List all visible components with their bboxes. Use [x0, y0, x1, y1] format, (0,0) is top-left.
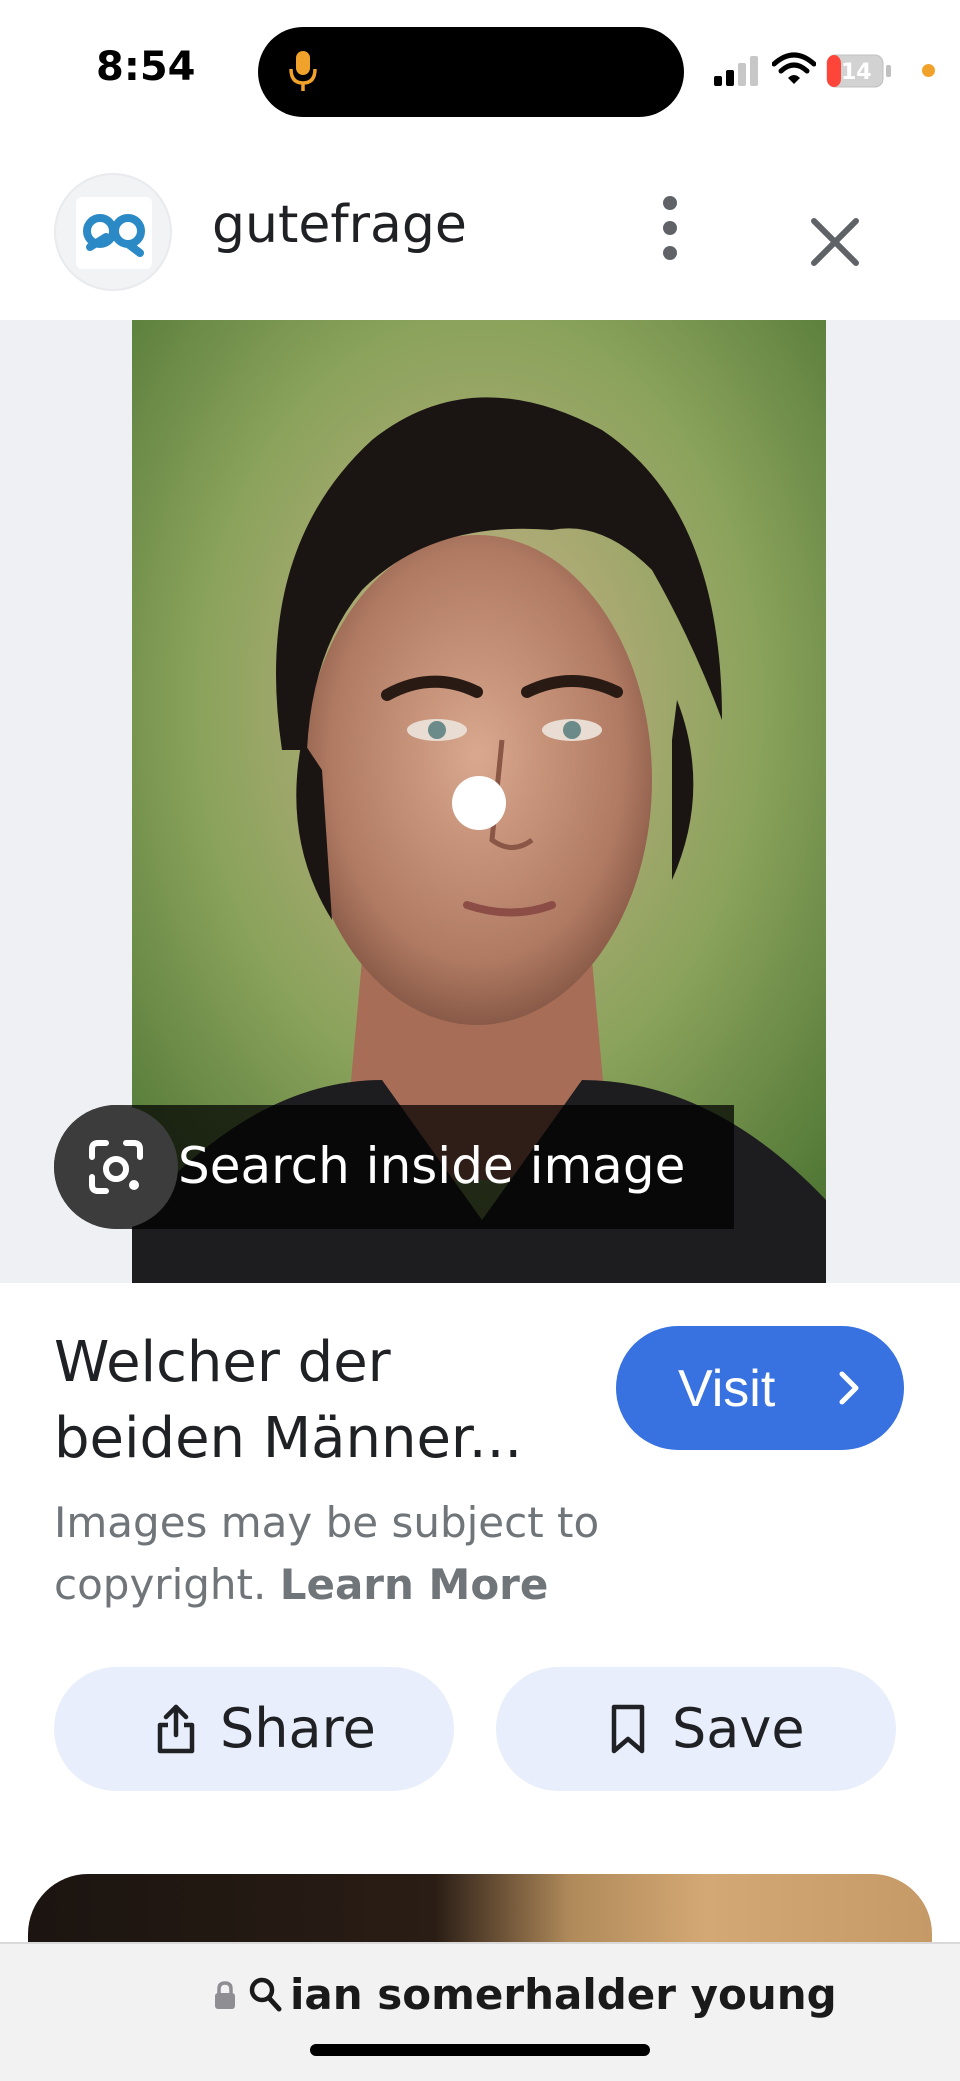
- lock-icon: [215, 1981, 235, 2009]
- battery-level-text: 14: [841, 60, 872, 85]
- microphone-icon: [289, 51, 317, 91]
- chevron-right-icon: [839, 1371, 859, 1405]
- status-time: 8:54: [96, 44, 196, 90]
- dynamic-island: [258, 27, 684, 117]
- result-header: gutefrage: [0, 165, 960, 320]
- visit-button[interactable]: Visit: [616, 1326, 904, 1450]
- result-title-line-1: Welcher der: [54, 1330, 391, 1395]
- battery-icon: 14: [826, 54, 891, 88]
- result-title[interactable]: Welcher der beiden Männer...: [54, 1325, 614, 1477]
- search-inside-image-label: Search inside image: [178, 1137, 686, 1195]
- result-title-line-2: beiden Männer...: [54, 1406, 523, 1471]
- address-bar[interactable]: ian somerhalder young: [0, 1942, 960, 2081]
- home-indicator[interactable]: [310, 2044, 650, 2056]
- share-label: Share: [220, 1697, 376, 1760]
- search-icon: [249, 1977, 282, 2012]
- bookmark-icon: [611, 1704, 645, 1754]
- wifi-icon: [772, 52, 816, 84]
- more-vertical-icon[interactable]: [650, 193, 690, 263]
- gutefrage-logo-icon: [76, 197, 152, 269]
- google-lens-icon: [89, 1140, 143, 1194]
- privacy-indicator-dot: [922, 64, 935, 77]
- learn-more-link[interactable]: Learn More: [280, 1560, 549, 1609]
- site-favicon[interactable]: [54, 173, 172, 291]
- site-name[interactable]: gutefrage: [212, 195, 467, 255]
- cellular-signal-icon: [714, 56, 758, 86]
- share-icon: [157, 1704, 195, 1754]
- image-viewer: Search inside image: [0, 320, 960, 1283]
- search-inside-image-button[interactable]: Search inside image: [54, 1105, 734, 1229]
- lens-button[interactable]: [54, 1105, 178, 1229]
- focus-dot[interactable]: [452, 776, 506, 830]
- search-query-text[interactable]: ian somerhalder young: [290, 1970, 837, 2019]
- save-label: Save: [672, 1697, 805, 1760]
- copyright-notice: Images may be subject to copyright. Lear…: [54, 1492, 654, 1616]
- close-icon[interactable]: [800, 207, 870, 277]
- share-button[interactable]: Share: [54, 1667, 454, 1791]
- save-button[interactable]: Save: [496, 1667, 896, 1791]
- status-bar: 8:54 14: [0, 0, 960, 140]
- visit-label: Visit: [678, 1360, 776, 1418]
